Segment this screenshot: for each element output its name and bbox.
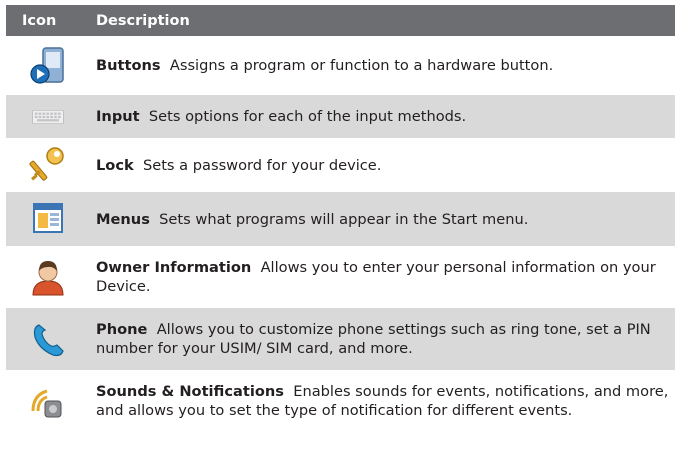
header-description-column: Description [96, 12, 190, 29]
row-description: Sets what programs will appear in the St… [159, 210, 529, 228]
table-row-menus: Menus Sets what programs will appear in … [6, 191, 675, 246]
keyboard-icon [32, 109, 64, 124]
table-row-input: Input Sets options for each of the input… [6, 94, 675, 138]
buttons-icon [30, 46, 64, 84]
row-description: Sets options for each of the input metho… [148, 108, 467, 125]
row-title: Lock [96, 156, 134, 174]
table-row-sounds-notifications: Sounds & Notifications Enables sounds fo… [6, 370, 675, 431]
table-header: Icon Description [6, 5, 675, 36]
row-description: Allows you to customize phone settings s… [96, 321, 651, 357]
row-title: Buttons [96, 57, 161, 74]
phone-handset-icon [33, 324, 64, 357]
row-title: Phone [96, 321, 148, 338]
settings-icon-table: Icon Description Buttons Assigns a progr… [6, 5, 675, 431]
table-row-buttons: Buttons Assigns a program or function to… [6, 36, 675, 94]
table-row-owner-information: Owner Information Allows you to enter yo… [6, 246, 675, 307]
row-title: Menus [96, 210, 150, 228]
menu-window-icon [33, 203, 63, 233]
sound-waves-icon [31, 389, 62, 418]
table-row-lock: Lock Sets a password for your device. [6, 138, 675, 191]
row-title: Input [96, 108, 140, 125]
person-icon [32, 261, 64, 296]
table-row-phone: Phone Allows you to customize phone sett… [6, 307, 675, 370]
key-icon [29, 147, 64, 181]
row-description: Sets a password for your device. [142, 156, 382, 174]
row-title: Owner Information [96, 259, 252, 276]
row-title: Sounds & Notifications [96, 383, 284, 400]
header-icon-column: Icon [22, 12, 57, 29]
row-description: Assigns a program or function to a hardw… [169, 57, 554, 74]
